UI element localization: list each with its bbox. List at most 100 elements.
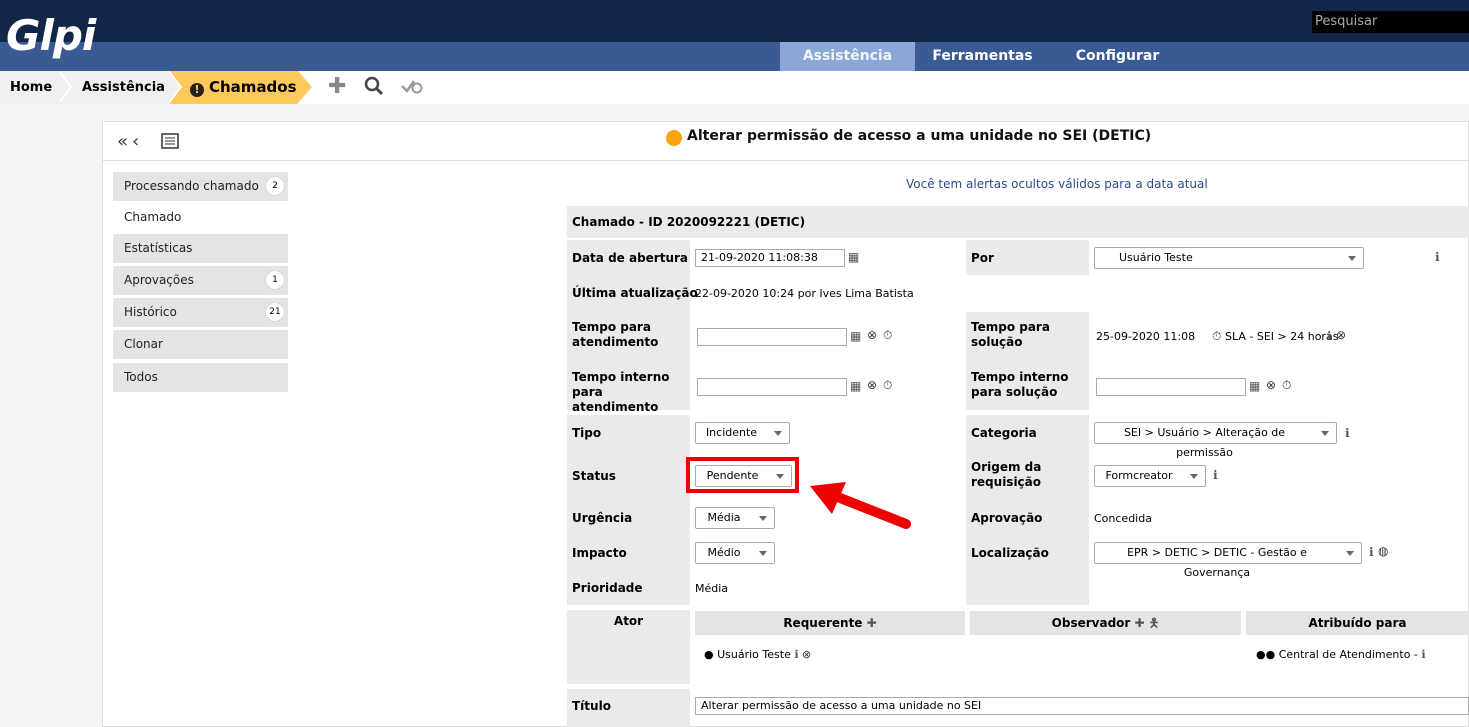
tempo-solucao-value: 25-09-2020 11:08 — [1096, 330, 1196, 343]
ticket-title: Alterar permissão de acesso a uma unidad… — [687, 128, 1152, 144]
ticket-id-heading: Chamado - ID 2020092221 (DETIC) — [572, 215, 806, 229]
requerente-value[interactable]: Usuário Teste — [717, 648, 791, 661]
chevron-down-icon — [759, 551, 767, 556]
origem-value: Formcreator — [1105, 469, 1173, 482]
requerente-header: Requerente ✚ — [695, 611, 965, 635]
tab-clonar[interactable]: Clonar — [113, 330, 288, 359]
urgencia-select[interactable]: Média — [695, 507, 775, 529]
menu-configurar[interactable]: Configurar — [1050, 42, 1185, 71]
tempo-interno-solucao-input[interactable] — [1096, 378, 1246, 396]
info-icon[interactable]: ℹ — [1369, 545, 1374, 559]
info-icon[interactable]: ℹ — [1435, 250, 1440, 264]
breadcrumb-chamados-label: Chamados — [209, 78, 297, 96]
atribuido-header: Atribuído para — [1246, 611, 1469, 635]
clear-icon[interactable]: ⊗ — [802, 648, 811, 661]
calendar-icon[interactable]: ▦ — [1249, 379, 1260, 393]
tipo-value: Incidente — [705, 426, 758, 439]
breadcrumb-separator — [58, 71, 70, 103]
clear-icon[interactable]: ⊗ — [1266, 378, 1276, 392]
urgencia-label: Urgência — [572, 511, 633, 525]
hidden-alerts-notice[interactable]: Você tem alertas ocultos válidos para a … — [906, 177, 1208, 191]
categoria-label: Categoria — [971, 426, 1037, 440]
top-bar — [0, 0, 1469, 42]
tab-count-badge: 21 — [266, 303, 284, 321]
chevron-down-icon — [759, 516, 767, 521]
ator-label: Ator — [613, 614, 644, 628]
stopwatch-icon[interactable]: ⏱ — [883, 328, 892, 343]
clear-icon[interactable]: ⊗ — [867, 378, 877, 392]
calendar-icon[interactable]: ▦ — [850, 329, 861, 343]
status-indicator-icon — [666, 130, 682, 146]
origem-label: Origem da requisição — [971, 460, 1042, 489]
breadcrumb-home[interactable]: Home — [0, 71, 60, 104]
categoria-select[interactable]: SEI > Usuário > Alteração de permissão — [1094, 422, 1337, 459]
tempo-atendimento-input[interactable] — [697, 328, 847, 346]
breadcrumb-separator — [168, 71, 180, 103]
tab-aprovacoes[interactable]: Aprovações 1 — [113, 266, 288, 295]
divider — [103, 160, 1469, 161]
atribuido-value[interactable]: Central de Atendimento - — [1279, 648, 1418, 661]
clear-icon[interactable]: ⊗ — [1336, 328, 1346, 342]
tab-todos[interactable]: Todos — [113, 363, 288, 392]
status-label: Status — [572, 469, 616, 483]
chevron-down-icon — [1348, 256, 1356, 261]
info-icon[interactable]: ℹ — [1327, 329, 1332, 343]
previous-record-icon[interactable]: ‹ — [132, 131, 143, 152]
breadcrumb-separator — [298, 71, 312, 103]
user-icon: ● — [704, 648, 714, 661]
tab-label: Processando chamado — [124, 179, 259, 193]
list-icon[interactable] — [161, 133, 179, 152]
tab-count-badge: 1 — [266, 271, 284, 289]
tab-estatisticas[interactable]: Estatísticas — [113, 234, 288, 263]
tab-chamado[interactable]: Chamado — [113, 203, 288, 232]
por-label: Por — [971, 251, 994, 265]
origem-select[interactable]: Formcreator — [1094, 465, 1206, 487]
tempo-interno-atendimento-input[interactable] — [697, 378, 847, 396]
localizacao-select[interactable]: EPR > DETIC > DETIC - Gestão e Governanç… — [1094, 542, 1362, 579]
titulo-input[interactable]: Alterar permissão de acesso a uma unidad… — [695, 697, 1469, 715]
tempo-solucao-label: Tempo para solução — [971, 320, 1050, 349]
stopwatch-icon: ⏱ — [1212, 329, 1222, 343]
add-icon[interactable]: ✚ — [1135, 616, 1145, 630]
search-icon[interactable] — [364, 76, 384, 101]
calendar-icon[interactable]: ▦ — [850, 379, 861, 393]
tab-processando-chamado[interactable]: Processando chamado 2 — [113, 172, 288, 201]
info-icon[interactable]: ℹ — [1213, 468, 1218, 482]
impacto-label: Impacto — [572, 546, 627, 560]
label-column — [966, 415, 1089, 605]
search-input[interactable]: Pesquisar — [1312, 11, 1469, 33]
observador-label: Observador — [1051, 616, 1131, 630]
person-icon[interactable]: 🯅 — [1149, 616, 1160, 630]
tipo-select[interactable]: Incidente — [695, 422, 790, 444]
menu-assistencia[interactable]: Assistência — [780, 42, 915, 71]
por-select[interactable]: Usuário Teste — [1094, 247, 1364, 269]
add-icon[interactable]: ✚ — [867, 616, 877, 630]
globe-icon[interactable]: ◍ — [1378, 544, 1388, 558]
tempo-interno-atendimento-label: Tempo interno para atendimento — [572, 370, 670, 414]
check-settings-icon[interactable] — [400, 76, 424, 101]
info-icon[interactable]: ℹ — [794, 648, 798, 661]
clear-icon[interactable]: ⊗ — [867, 328, 877, 342]
add-icon[interactable]: ✚ — [328, 76, 346, 98]
info-icon[interactable]: ℹ — [1421, 648, 1425, 661]
data-abertura-label: Data de abertura — [572, 251, 689, 265]
info-icon[interactable]: ℹ — [1345, 426, 1350, 440]
glpi-logo[interactable]: Glpi — [6, 8, 101, 63]
requerente-entry: ● Usuário Teste ℹ ⊗ — [704, 648, 811, 661]
chevron-down-icon — [1321, 431, 1329, 436]
stopwatch-icon[interactable]: ⏱ — [1282, 378, 1291, 393]
tab-label: Chamado — [124, 210, 182, 224]
menu-ferramentas[interactable]: Ferramentas — [915, 42, 1050, 71]
requerente-label: Requerente — [783, 616, 863, 630]
impacto-select[interactable]: Médio — [695, 542, 775, 564]
breadcrumb-chamados[interactable]: ! Chamados — [170, 71, 298, 104]
breadcrumb-assistencia[interactable]: Assistência — [60, 71, 170, 104]
sla-label: SLA - SEI > 24 horas — [1225, 330, 1339, 343]
calendar-icon[interactable]: ▦ — [848, 250, 859, 264]
stopwatch-icon[interactable]: ⏱ — [883, 378, 892, 393]
data-abertura-input[interactable]: 21-09-2020 11:08:38 — [695, 249, 845, 267]
first-record-icon[interactable]: « — [117, 131, 132, 152]
localizacao-value: EPR > DETIC > DETIC - Gestão e Governanç… — [1127, 546, 1307, 579]
tempo-atendimento-label: Tempo para atendimento — [572, 320, 659, 349]
tab-historico[interactable]: Histórico 21 — [113, 298, 288, 327]
